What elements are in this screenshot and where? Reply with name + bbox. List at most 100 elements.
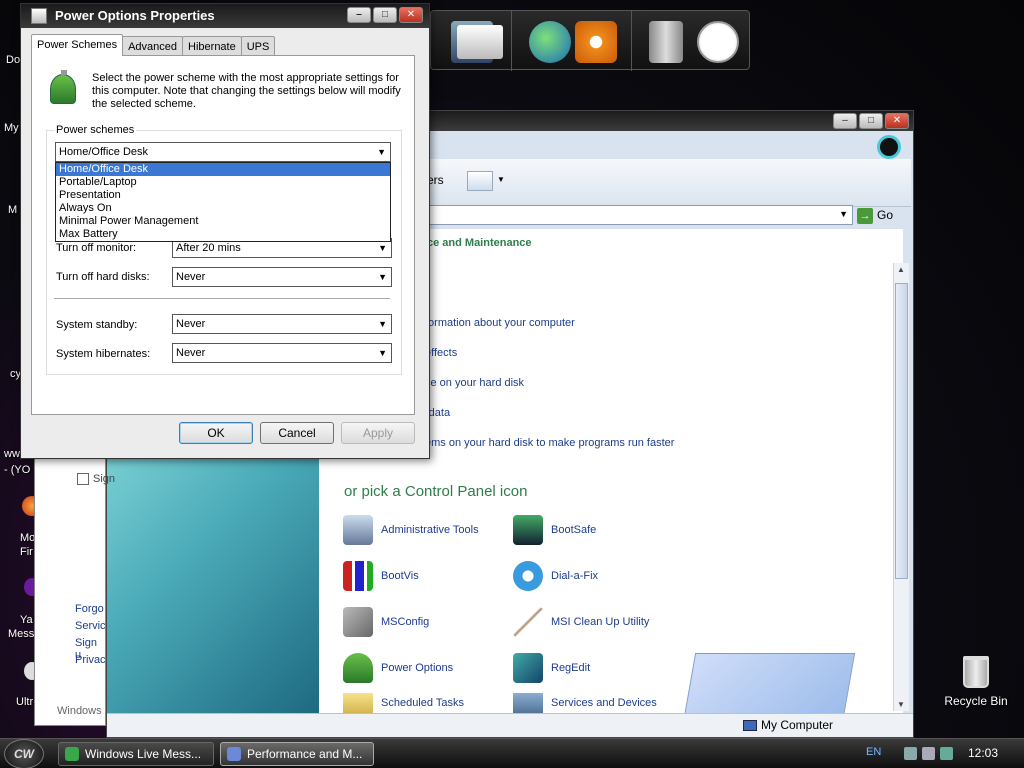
broom-icon bbox=[513, 607, 543, 637]
cp-item-dial-a-fix[interactable]: Dial-a-Fix bbox=[513, 559, 598, 593]
desktop-icon-label[interactable]: ww bbox=[4, 448, 20, 460]
taskbar-button-messenger[interactable]: Windows Live Mess... bbox=[58, 742, 214, 766]
desktop-icon-label[interactable]: Ultr bbox=[16, 696, 33, 708]
address-input[interactable]: ▼ bbox=[427, 205, 853, 225]
scroll-up-icon[interactable]: ▲ bbox=[897, 265, 905, 274]
power-options-icon bbox=[343, 653, 373, 683]
vertical-scrollbar[interactable]: ▲ ▼ bbox=[893, 263, 909, 711]
services-icon bbox=[513, 693, 543, 713]
forgot-link[interactable]: Forgo bbox=[75, 603, 104, 615]
status-bar: My Computer bbox=[107, 713, 913, 737]
desktop-icon-label[interactable]: Ya bbox=[20, 614, 33, 626]
cp-item-label: Dial-a-Fix bbox=[551, 570, 599, 582]
dropdown-option[interactable]: Max Battery bbox=[56, 228, 390, 241]
dropdown-option[interactable]: Presentation bbox=[56, 189, 390, 202]
service-link[interactable]: Servic bbox=[75, 620, 106, 632]
cp-item-regedit[interactable]: RegEdit bbox=[513, 651, 590, 685]
power-scheme-select[interactable]: Home/Office Desk ▼ bbox=[55, 142, 391, 162]
select-value: After 20 mins bbox=[176, 242, 241, 254]
desktop-icon-label[interactable]: M bbox=[8, 204, 17, 216]
tab-hibernate[interactable]: Hibernate bbox=[182, 36, 242, 56]
desktop-icon-label[interactable]: Mess bbox=[8, 628, 34, 640]
tab-ups[interactable]: UPS bbox=[240, 36, 276, 56]
task-link[interactable]: formation about your computer bbox=[425, 317, 575, 329]
dialog-app-icon bbox=[31, 8, 47, 24]
administrative-tools-icon bbox=[343, 515, 373, 545]
maximize-button[interactable]: □ bbox=[859, 113, 883, 129]
cp-item-msconfig[interactable]: MSConfig bbox=[343, 605, 429, 639]
tab-advanced[interactable]: Advanced bbox=[122, 36, 184, 56]
cp-item-label: Power Options bbox=[381, 662, 454, 674]
divider bbox=[54, 298, 390, 299]
scroll-down-icon[interactable]: ▼ bbox=[897, 700, 905, 709]
windows-live-label: Windows bbox=[57, 705, 102, 717]
chevron-down-icon[interactable]: ▼ bbox=[377, 143, 386, 161]
category-heading: ce and Maintenance bbox=[427, 237, 532, 249]
desktop-icon-label[interactable]: Do bbox=[6, 54, 20, 66]
chevron-down-icon[interactable]: ▼ bbox=[378, 268, 387, 286]
task-link[interactable]: ce on your hard disk bbox=[425, 377, 524, 389]
cp-item-bootsafe[interactable]: BootSafe bbox=[513, 513, 596, 547]
desktop-icon-label[interactable]: Mo bbox=[20, 532, 35, 544]
network-tray-icon[interactable] bbox=[904, 747, 917, 760]
scrollbar-thumb[interactable] bbox=[895, 283, 908, 579]
cp-item-msi-clean-up-utility[interactable]: MSI Clean Up Utility bbox=[513, 605, 649, 639]
minimize-button[interactable]: – bbox=[347, 7, 371, 23]
system-standby-select[interactable]: Never ▼ bbox=[172, 314, 392, 334]
mail-icon[interactable] bbox=[457, 25, 503, 59]
status-text: My Computer bbox=[761, 718, 834, 732]
desktop-recycle-bin[interactable]: Recycle Bin bbox=[938, 656, 1014, 708]
battery-icon bbox=[50, 70, 76, 104]
volume-tray-icon[interactable] bbox=[922, 747, 935, 760]
language-indicator[interactable]: EN bbox=[866, 746, 881, 758]
dock-separator bbox=[511, 11, 512, 71]
minimize-button[interactable]: – bbox=[833, 113, 857, 129]
clock[interactable]: 12:03 bbox=[968, 746, 998, 760]
dropdown-option[interactable]: Home/Office Desk bbox=[56, 163, 390, 176]
desktop-icon-label[interactable]: - (YO bbox=[4, 464, 30, 476]
start-button[interactable]: CW bbox=[4, 739, 44, 768]
cp-item-administrative-tools[interactable]: Administrative Tools bbox=[343, 513, 479, 547]
dropdown-option[interactable]: Always On bbox=[56, 202, 390, 215]
cp-item-scheduled-tasks[interactable]: Scheduled Tasks bbox=[343, 693, 464, 713]
search-orb-icon[interactable] bbox=[877, 135, 901, 159]
control-panel-icon bbox=[227, 747, 241, 761]
close-button[interactable]: ✕ bbox=[399, 7, 423, 23]
privacy-link[interactable]: Privac bbox=[75, 654, 106, 666]
cp-item-label: Services and Devices bbox=[551, 697, 657, 709]
maximize-button[interactable]: □ bbox=[373, 7, 397, 23]
go-button[interactable]: → Go bbox=[857, 205, 907, 225]
signin-checkbox[interactable] bbox=[77, 473, 89, 485]
chevron-down-icon[interactable]: ▼ bbox=[378, 315, 387, 333]
turn-off-hard-disks-select[interactable]: Never ▼ bbox=[172, 267, 392, 287]
close-button[interactable]: ✕ bbox=[885, 113, 909, 129]
cp-item-power-options[interactable]: Power Options bbox=[343, 651, 453, 685]
desktop-icon-label[interactable]: Fir bbox=[20, 546, 33, 558]
taskbar-button-label: Performance and M... bbox=[247, 747, 363, 761]
desktop-icon-label[interactable]: My bbox=[4, 122, 19, 134]
apply-button[interactable]: Apply bbox=[341, 422, 415, 444]
taskbar-button-performance[interactable]: Performance and M... bbox=[220, 742, 374, 766]
chevron-down-icon[interactable]: ▼ bbox=[839, 209, 848, 219]
recycle-bin-icon bbox=[963, 656, 989, 688]
cancel-button[interactable]: Cancel bbox=[260, 422, 334, 444]
trash-icon[interactable] bbox=[649, 21, 683, 63]
media-player-icon[interactable] bbox=[575, 21, 617, 63]
views-icon[interactable] bbox=[467, 171, 493, 191]
cp-item-services-and-devices[interactable]: Services and Devices bbox=[513, 693, 657, 713]
dialog-titlebar[interactable]: Power Options Properties – □ ✕ bbox=[21, 4, 429, 28]
dropdown-option[interactable]: Portable/Laptop bbox=[56, 176, 390, 189]
chevron-down-icon[interactable]: ▼ bbox=[378, 344, 387, 362]
messenger-tray-icon[interactable] bbox=[940, 747, 953, 760]
system-hibernates-select[interactable]: Never ▼ bbox=[172, 343, 392, 363]
chevron-down-icon[interactable]: ▼ bbox=[497, 175, 505, 184]
clock-icon[interactable] bbox=[697, 21, 739, 63]
cp-item-bootvis[interactable]: BootVis bbox=[343, 559, 419, 593]
ok-button[interactable]: OK bbox=[179, 422, 253, 444]
intro-text: Select the power scheme with the most ap… bbox=[92, 72, 401, 110]
globe-icon[interactable] bbox=[529, 21, 571, 63]
tab-power-schemes[interactable]: Power Schemes bbox=[31, 34, 124, 56]
task-link[interactable]: ems on your hard disk to make programs r… bbox=[425, 437, 674, 449]
dropdown-option[interactable]: Minimal Power Management bbox=[56, 215, 390, 228]
pick-icon-heading: or pick a Control Panel icon bbox=[344, 483, 528, 500]
